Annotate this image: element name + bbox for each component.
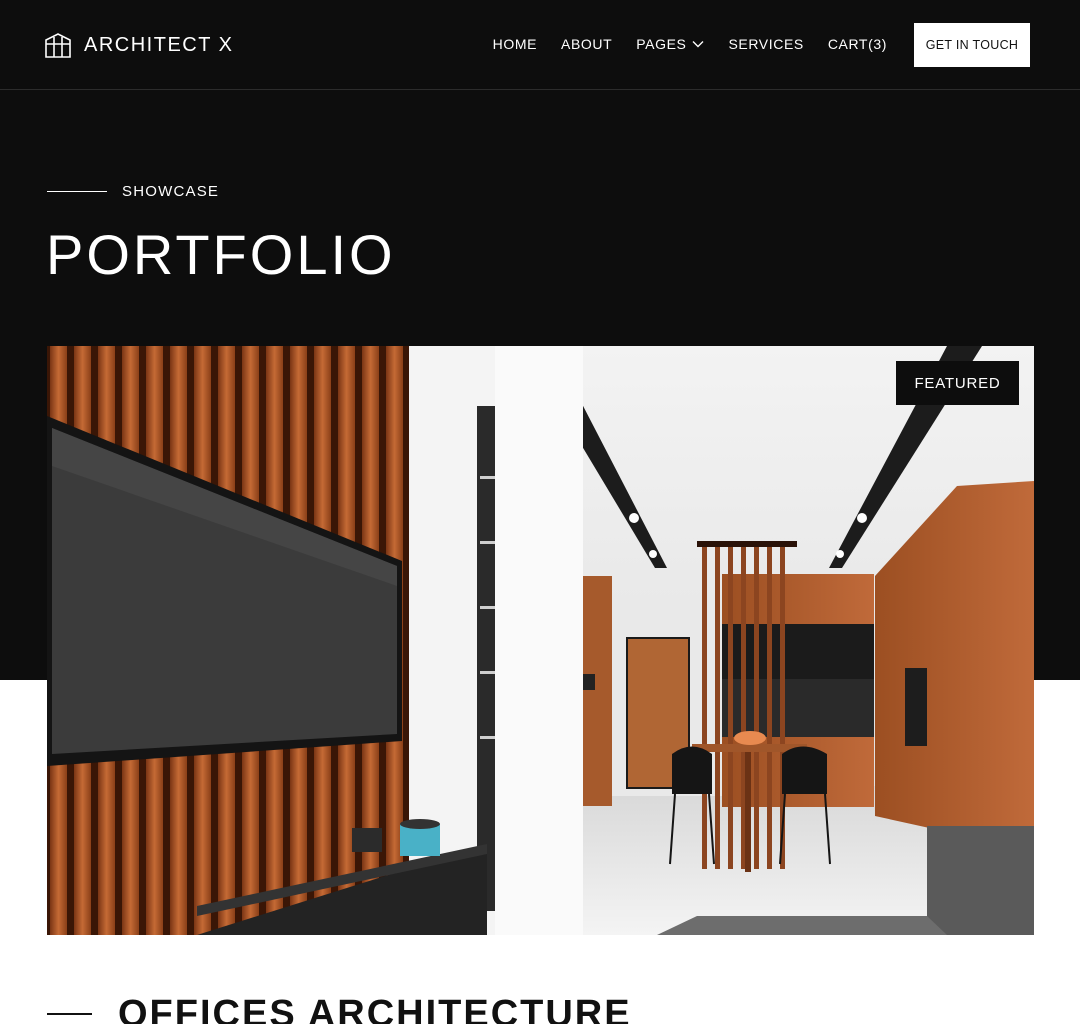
project-heading: OFFICES ARCHITECTURE (47, 992, 632, 1024)
section-eyebrow: SHOWCASE (47, 180, 219, 202)
project-title[interactable]: OFFICES ARCHITECTURE (118, 993, 632, 1024)
building-icon (45, 33, 71, 58)
project-divider (47, 1013, 92, 1015)
featured-project-image[interactable] (47, 346, 1034, 935)
nav-pages-label: PAGES (636, 36, 687, 52)
nav-home[interactable]: HOME (493, 36, 537, 52)
get-in-touch-button[interactable]: GET IN TOUCH (914, 23, 1030, 67)
featured-badge: FEATURED (896, 361, 1019, 405)
site-header: ARCHITECT X HOME ABOUT PAGES SERVICES CA… (0, 0, 1080, 90)
chevron-down-icon (692, 41, 704, 48)
brand-logo[interactable]: ARCHITECT X (45, 32, 233, 58)
eyebrow-label: SHOWCASE (122, 182, 220, 200)
nav-services[interactable]: SERVICES (728, 36, 803, 52)
nav-about[interactable]: ABOUT (561, 36, 612, 52)
interior-photo (47, 346, 1034, 935)
nav-pages[interactable]: PAGES (636, 36, 704, 52)
main-nav: HOME ABOUT PAGES SERVICES CART(3) (493, 36, 887, 52)
brand-name: ARCHITECT X (84, 33, 234, 56)
eyebrow-divider (47, 190, 107, 192)
nav-cart[interactable]: CART(3) (828, 36, 887, 52)
page-title: PORTFOLIO (46, 223, 396, 286)
